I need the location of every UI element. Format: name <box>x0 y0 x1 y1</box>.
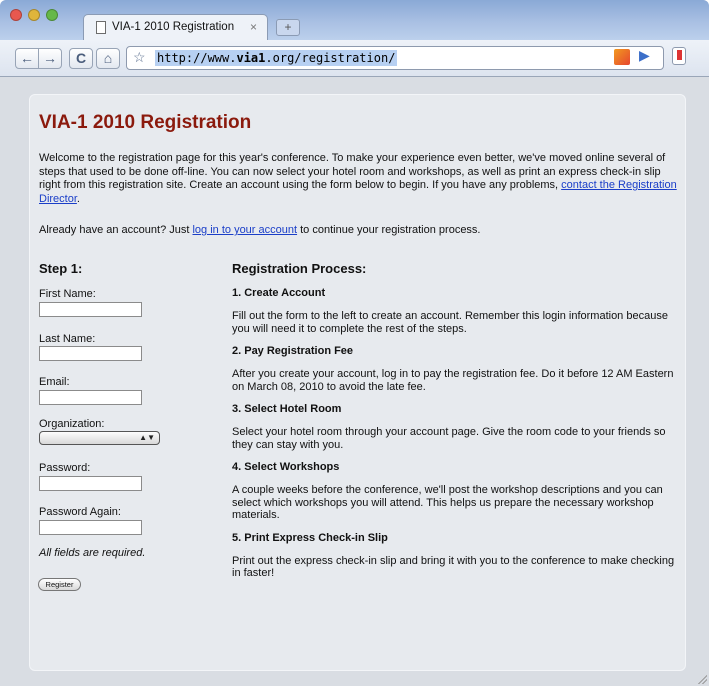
required-note: All fields are required. <box>39 547 146 559</box>
first-name-field[interactable] <box>39 302 142 317</box>
page-viewport: VIA-1 2010 Registration Welcome to the r… <box>0 77 709 686</box>
process-heading: Registration Process: <box>232 261 367 276</box>
reload-button[interactable]: C <box>69 48 93 69</box>
close-tab-icon[interactable]: × <box>250 20 257 34</box>
step-5-text: Print out the express check-in slip and … <box>232 554 675 580</box>
password-again-label: Password Again: <box>39 506 121 518</box>
email-field[interactable] <box>39 390 142 405</box>
organization-select[interactable]: ▲▼ <box>39 431 160 445</box>
address-bar[interactable]: ☆ http://www.via1.org/registration/ <box>126 46 664 70</box>
step-4-text: A couple weeks before the conference, we… <box>232 484 663 521</box>
intro-end: . <box>76 192 80 205</box>
tab-title: VIA-1 2010 Registration <box>112 21 235 33</box>
url-path: .org/registration/ <box>265 51 396 65</box>
browser-toolbar: ← → C ⌂ ☆ http://www.via1.org/registrati… <box>0 40 709 77</box>
registration-panel: VIA-1 2010 Registration Welcome to the r… <box>29 94 686 671</box>
resize-grip-icon[interactable] <box>698 675 707 684</box>
password-field[interactable] <box>39 476 142 491</box>
password-label: Password: <box>39 462 91 474</box>
page-icon <box>96 21 106 34</box>
step-3-title: 3. Select Hotel Room <box>232 403 342 415</box>
registration-process: Registration Process: 1. Create Account … <box>232 261 680 590</box>
back-button[interactable]: ← <box>15 48 39 69</box>
forward-button[interactable]: → <box>38 48 62 69</box>
step-2-text: After you create your account, log in to… <box>232 368 674 393</box>
zoom-window-button[interactable] <box>46 9 58 21</box>
close-window-button[interactable] <box>10 9 22 21</box>
login-paragraph: Already have an account? Just log in to … <box>39 224 679 236</box>
have-account-end: to continue your registration process. <box>297 224 481 236</box>
step-1-text: Fill out the form to the left to create … <box>232 310 668 335</box>
email-label: Email: <box>39 376 70 388</box>
play-icon[interactable]: ▶ <box>639 47 650 64</box>
password-again-field[interactable] <box>39 520 142 535</box>
step-5-title: 5. Print Express Check-in Slip <box>232 531 388 544</box>
window-controls <box>10 9 58 21</box>
url-prefix: http://www. <box>157 51 237 65</box>
minimize-window-button[interactable] <box>28 9 40 21</box>
step-4-title: 4. Select Workshops <box>232 461 340 473</box>
page-title: VIA-1 2010 Registration <box>39 112 252 133</box>
first-name-label: First Name: <box>39 288 96 300</box>
login-link[interactable]: log in to your account <box>192 224 297 236</box>
organization-label: Organization: <box>39 418 105 430</box>
home-button[interactable]: ⌂ <box>96 48 120 69</box>
select-arrows-icon: ▲▼ <box>139 433 155 442</box>
have-account-text: Already have an account? Just <box>39 224 193 236</box>
bookmark-star-icon[interactable]: ☆ <box>133 49 146 66</box>
url-text[interactable]: http://www.via1.org/registration/ <box>155 50 398 66</box>
last-name-field[interactable] <box>39 346 142 361</box>
bookmarks-menu-icon[interactable] <box>672 47 686 65</box>
step-3-text: Select your hotel room through your acco… <box>232 426 666 451</box>
step-1-title: 1. Create Account <box>232 287 326 299</box>
register-button[interactable]: Register <box>38 578 81 591</box>
browser-window: VIA-1 2010 Registration × + ← → C ⌂ ☆ ht… <box>0 0 709 686</box>
intro-paragraph: Welcome to the registration page for thi… <box>39 152 679 206</box>
last-name-label: Last Name: <box>39 333 96 345</box>
step-heading: Step 1: <box>39 261 83 276</box>
tab-registration[interactable]: VIA-1 2010 Registration × <box>83 14 268 40</box>
new-tab-button[interactable]: + <box>276 19 300 36</box>
tab-strip: VIA-1 2010 Registration × + <box>0 0 709 40</box>
url-host: via1 <box>236 51 266 65</box>
step-2-title: 2. Pay Registration Fee <box>232 345 354 357</box>
extension-icon[interactable] <box>614 49 630 65</box>
